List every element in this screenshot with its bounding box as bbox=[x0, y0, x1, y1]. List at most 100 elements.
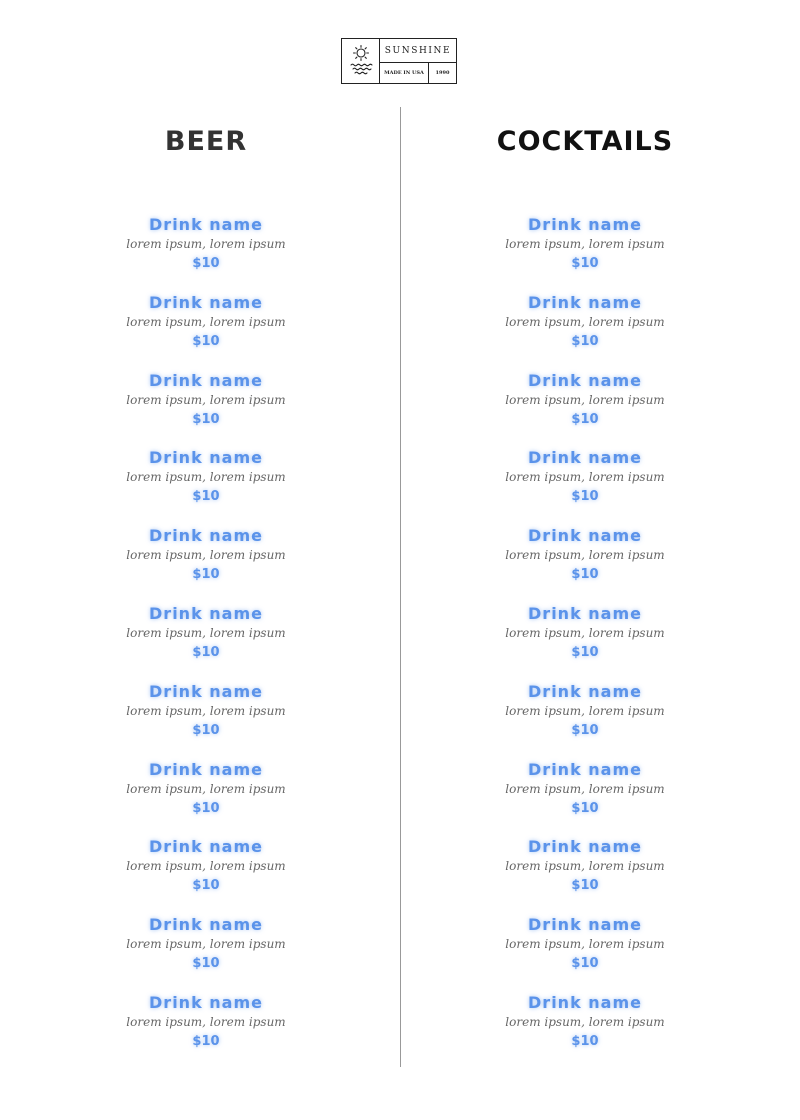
drink-description: lorem ipsum, lorem ipsum bbox=[505, 859, 665, 874]
drink-name: Drink name bbox=[528, 370, 642, 390]
drink-price: $10 bbox=[192, 567, 220, 583]
drink-price: $10 bbox=[192, 722, 220, 738]
drink-price: $10 bbox=[571, 411, 599, 427]
logo-emblem bbox=[342, 39, 380, 83]
menu-item: Drink name lorem ipsum, lorem ipsum $10 bbox=[435, 293, 735, 371]
menu-item: Drink name lorem ipsum, lorem ipsum $10 bbox=[56, 526, 356, 604]
drink-price: $10 bbox=[192, 956, 220, 972]
drink-price: $10 bbox=[571, 333, 599, 349]
drink-name: Drink name bbox=[149, 292, 263, 312]
drink-description: lorem ipsum, lorem ipsum bbox=[505, 237, 665, 251]
drink-price: $10 bbox=[192, 411, 220, 427]
menu-item: Drink name lorem ipsum, lorem ipsum $10 bbox=[435, 760, 735, 838]
drink-price: $10 bbox=[192, 489, 220, 505]
menu-item: Drink name lorem ipsum, lorem ipsum $10 bbox=[56, 682, 356, 760]
menu-item: Drink name lorem ipsum, lorem ipsum $10 bbox=[435, 604, 735, 682]
drink-name: Drink name bbox=[149, 992, 263, 1012]
beer-heading: BEER bbox=[164, 126, 248, 157]
sun-over-waves-icon bbox=[348, 41, 374, 81]
menu-item: Drink name lorem ipsum, lorem ipsum $10 bbox=[435, 993, 735, 1071]
menu-item: Drink name lorem ipsum, lorem ipsum $10 bbox=[56, 293, 356, 371]
cocktails-list: Drink name lorem ipsum, lorem ipsum $10 … bbox=[435, 215, 735, 1071]
logo-text-block: SUNSHINE MADE IN USA 1990 bbox=[380, 39, 456, 83]
drink-price: $10 bbox=[192, 333, 220, 349]
drink-price: $10 bbox=[571, 256, 599, 271]
drink-name: Drink name bbox=[149, 526, 263, 546]
drink-description: lorem ipsum, lorem ipsum bbox=[505, 703, 665, 718]
drink-price: $10 bbox=[571, 644, 599, 660]
menu-item: Drink name lorem ipsum, lorem ipsum $10 bbox=[56, 760, 356, 838]
drink-name: Drink name bbox=[528, 992, 642, 1012]
menu-item: Drink name lorem ipsum, lorem ipsum $10 bbox=[56, 837, 356, 915]
drink-price: $10 bbox=[571, 956, 599, 972]
drink-description: lorem ipsum, lorem ipsum bbox=[126, 781, 286, 796]
drink-price: $10 bbox=[571, 567, 599, 583]
drink-name: Drink name bbox=[149, 681, 263, 701]
drink-description: lorem ipsum, lorem ipsum bbox=[505, 470, 665, 485]
drink-price: $10 bbox=[571, 878, 599, 894]
logo-origin-label: MADE IN USA bbox=[380, 63, 429, 83]
drink-name: Drink name bbox=[528, 292, 642, 312]
drink-description: lorem ipsum, lorem ipsum bbox=[126, 937, 286, 952]
drink-name: Drink name bbox=[528, 526, 642, 546]
drink-name: Drink name bbox=[528, 603, 642, 623]
drink-price: $10 bbox=[192, 1033, 220, 1049]
drink-description: lorem ipsum, lorem ipsum bbox=[126, 314, 286, 329]
menu-item: Drink name lorem ipsum, lorem ipsum $10 bbox=[56, 215, 356, 293]
drink-description: lorem ipsum, lorem ipsum bbox=[126, 470, 286, 485]
drink-description: lorem ipsum, lorem ipsum bbox=[126, 1014, 286, 1029]
drink-description: lorem ipsum, lorem ipsum bbox=[126, 859, 286, 874]
drink-description: lorem ipsum, lorem ipsum bbox=[505, 392, 665, 407]
menu-item: Drink name lorem ipsum, lorem ipsum $10 bbox=[435, 371, 735, 449]
menu-item: Drink name lorem ipsum, lorem ipsum $10 bbox=[56, 915, 356, 993]
drink-price: $10 bbox=[571, 722, 599, 738]
drink-description: lorem ipsum, lorem ipsum bbox=[126, 703, 286, 718]
logo-bottom-row: MADE IN USA 1990 bbox=[380, 63, 456, 83]
drink-description: lorem ipsum, lorem ipsum bbox=[505, 625, 665, 640]
drink-description: lorem ipsum, lorem ipsum bbox=[505, 781, 665, 796]
column-divider bbox=[400, 107, 401, 1067]
beer-column: BEER Drink name lorem ipsum, lorem ipsum… bbox=[56, 122, 356, 1071]
drink-name: Drink name bbox=[149, 759, 263, 779]
drink-name: Drink name bbox=[149, 215, 263, 234]
drink-description: lorem ipsum, lorem ipsum bbox=[126, 237, 286, 251]
drink-price: $10 bbox=[192, 256, 220, 271]
menu-item: Drink name lorem ipsum, lorem ipsum $10 bbox=[56, 993, 356, 1071]
drink-description: lorem ipsum, lorem ipsum bbox=[505, 937, 665, 952]
drink-name: Drink name bbox=[528, 915, 642, 935]
drink-price: $10 bbox=[192, 644, 220, 660]
cocktails-column: COCKTAILS Drink name lorem ipsum, lorem … bbox=[435, 122, 735, 1071]
drink-description: lorem ipsum, lorem ipsum bbox=[505, 548, 665, 563]
beer-list: Drink name lorem ipsum, lorem ipsum $10 … bbox=[56, 215, 356, 1071]
logo-brand-name: SUNSHINE bbox=[380, 39, 456, 63]
drink-name: Drink name bbox=[528, 759, 642, 779]
drink-name: Drink name bbox=[149, 603, 263, 623]
drink-name: Drink name bbox=[149, 448, 263, 468]
menu-item: Drink name lorem ipsum, lorem ipsum $10 bbox=[56, 604, 356, 682]
drink-name: Drink name bbox=[149, 370, 263, 390]
drink-name: Drink name bbox=[528, 837, 642, 857]
drink-name: Drink name bbox=[149, 837, 263, 857]
drink-description: lorem ipsum, lorem ipsum bbox=[126, 548, 286, 563]
logo-year-label: 1990 bbox=[435, 70, 450, 76]
menu-item: Drink name lorem ipsum, lorem ipsum $10 bbox=[435, 448, 735, 526]
drink-price: $10 bbox=[192, 800, 220, 816]
brand-logo: SUNSHINE MADE IN USA 1990 bbox=[341, 38, 457, 84]
menu-item: Drink name lorem ipsum, lorem ipsum $10 bbox=[435, 915, 735, 993]
drink-name: Drink name bbox=[528, 448, 642, 468]
drink-price: $10 bbox=[192, 878, 220, 894]
drink-description: lorem ipsum, lorem ipsum bbox=[505, 314, 665, 329]
drink-description: lorem ipsum, lorem ipsum bbox=[505, 1014, 665, 1029]
drink-name: Drink name bbox=[528, 681, 642, 701]
menu-item: Drink name lorem ipsum, lorem ipsum $10 bbox=[435, 215, 735, 293]
drink-name: Drink name bbox=[149, 915, 263, 935]
drink-price: $10 bbox=[571, 1033, 599, 1049]
menu-item: Drink name lorem ipsum, lorem ipsum $10 bbox=[56, 448, 356, 526]
menu-item: Drink name lorem ipsum, lorem ipsum $10 bbox=[56, 371, 356, 449]
menu-item: Drink name lorem ipsum, lorem ipsum $10 bbox=[435, 682, 735, 760]
drink-description: lorem ipsum, lorem ipsum bbox=[126, 625, 286, 640]
menu-item: Drink name lorem ipsum, lorem ipsum $10 bbox=[435, 837, 735, 915]
drink-name: Drink name bbox=[528, 215, 642, 234]
cocktails-heading: COCKTAILS bbox=[496, 126, 674, 157]
drink-price: $10 bbox=[571, 489, 599, 505]
